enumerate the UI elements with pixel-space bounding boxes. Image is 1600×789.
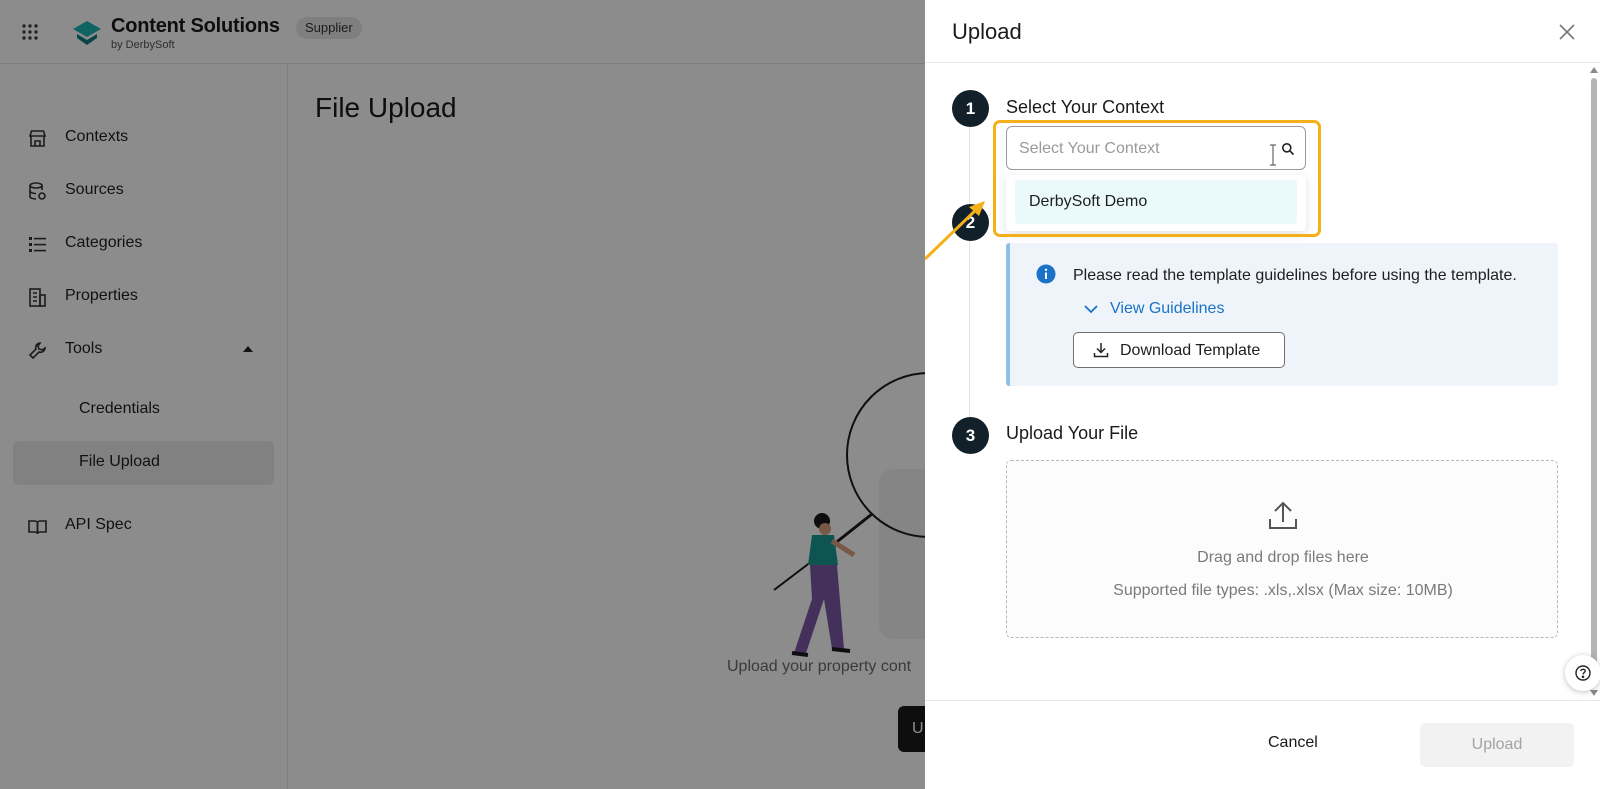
- file-drop-zone[interactable]: Drag and drop files here Supported file …: [1006, 460, 1558, 638]
- step-3-badge: 3: [952, 417, 989, 454]
- help-icon: [1575, 665, 1591, 681]
- template-info-box: Please read the template guidelines befo…: [1006, 243, 1558, 386]
- view-guidelines-label: View Guidelines: [1110, 300, 1225, 317]
- cancel-button[interactable]: Cancel: [1268, 734, 1318, 752]
- step-connector: [969, 126, 970, 420]
- modal-backdrop[interactable]: [0, 0, 925, 789]
- help-button[interactable]: [1565, 655, 1600, 691]
- step-3-title: Upload Your File: [1006, 423, 1139, 443]
- chevron-down-icon: [1084, 305, 1098, 314]
- upload-drawer: Upload 1 Select Your Context 2 Please re…: [925, 0, 1600, 789]
- download-template-button[interactable]: Download Template: [1073, 332, 1285, 368]
- annotation-arrow-icon: [925, 201, 985, 261]
- scrollbar-thumb[interactable]: [1591, 78, 1597, 668]
- drop-zone-hint: Supported file types: .xls,.xlsx (Max si…: [1113, 582, 1453, 599]
- scroll-down-arrow-icon[interactable]: [1590, 690, 1598, 696]
- close-icon[interactable]: [1557, 22, 1577, 42]
- download-icon: [1093, 343, 1109, 358]
- info-text: Please read the template guidelines befo…: [1073, 267, 1517, 284]
- upload-icon: [1269, 501, 1297, 529]
- drop-zone-text: Drag and drop files here: [1197, 549, 1369, 566]
- drawer-header: Upload: [925, 0, 1600, 63]
- drawer-title: Upload: [952, 19, 1022, 44]
- download-template-label: Download Template: [1120, 342, 1261, 359]
- highlight-annotation: [993, 120, 1321, 237]
- drawer-body: 1 Select Your Context 2 Please read the …: [925, 64, 1600, 700]
- info-icon: [1036, 264, 1056, 284]
- step-1-badge: 1: [952, 90, 989, 127]
- upload-button[interactable]: Upload: [1420, 723, 1574, 767]
- drawer-footer: Cancel Upload: [925, 700, 1600, 789]
- step-1-title: Select Your Context: [1006, 97, 1165, 117]
- scroll-up-arrow-icon[interactable]: [1590, 67, 1598, 73]
- text-cursor-icon: [1270, 144, 1276, 166]
